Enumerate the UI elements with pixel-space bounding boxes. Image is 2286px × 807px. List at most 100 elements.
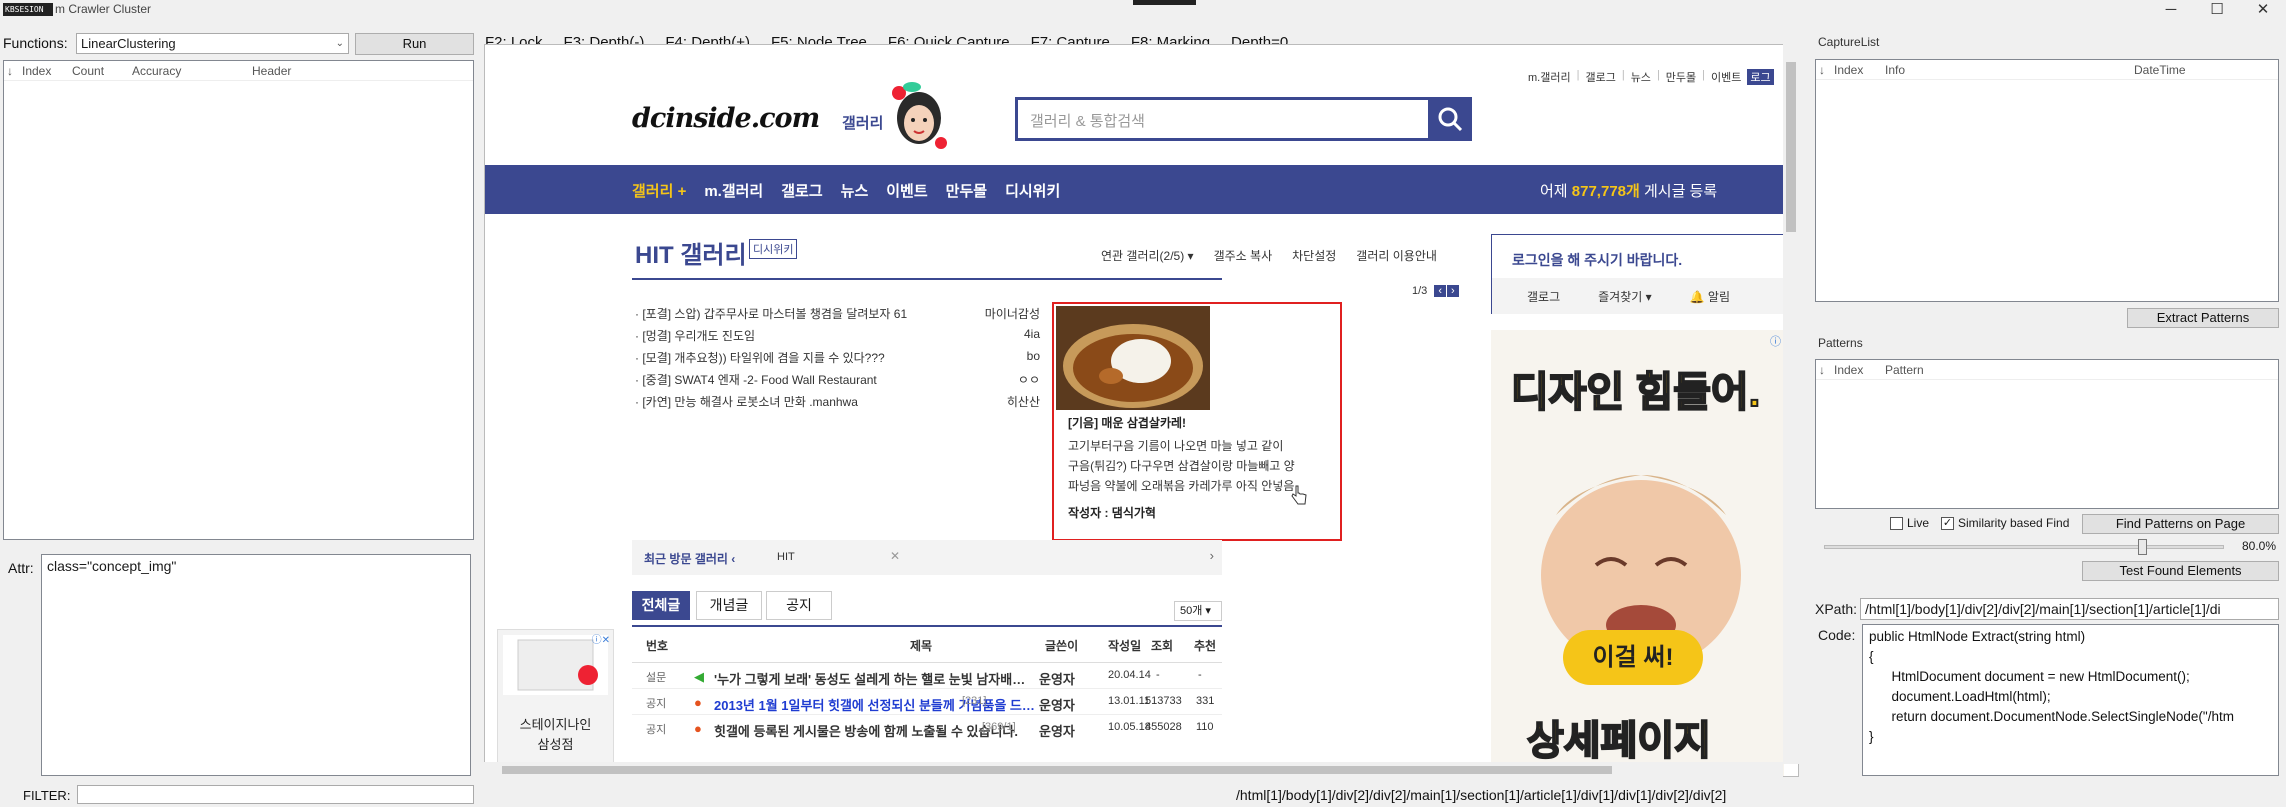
concept-image[interactable]: [1056, 306, 1210, 410]
search-button[interactable]: [1428, 97, 1472, 141]
row-number: 공지: [646, 724, 667, 736]
top-link-news[interactable]: 뉴스: [1631, 69, 1651, 85]
block-settings-link[interactable]: 차단설정: [1292, 247, 1336, 264]
close-button[interactable]: ✕: [2240, 0, 2286, 22]
recent-item[interactable]: HIT: [777, 551, 795, 563]
row-title[interactable]: 2013년 1월 1일부터 힛갤에 선정되신 분들께 기념품을 드…: [714, 695, 1035, 714]
hit-author: 히산산: [1006, 395, 1040, 409]
ad-info-icon[interactable]: ⓘ: [1770, 333, 1781, 349]
next-arrow-icon[interactable]: ›: [1210, 548, 1214, 563]
nav-wiki[interactable]: 디시위키: [1005, 180, 1060, 201]
gallery-menu: 연관 갤러리(2/5) ▾ 갤주소 복사 차단설정 갤러리 이용안내: [1101, 247, 1437, 264]
hit-title[interactable]: · [멍결] 우리개도 진도임: [635, 329, 755, 343]
list-item[interactable]: · [포결] 스압) 갑주무사로 마스터볼 챙겸을 달려보자 61 마이너감성: [635, 305, 1040, 327]
hit-title[interactable]: · [포결] 스압) 갑주무사로 마스터볼 챙겸을 달려보자 61: [635, 307, 907, 321]
row-title[interactable]: '누가 그렇게 보래' 동성도 설레게 하는 핼로 눈빛 남자배…: [714, 669, 1025, 688]
nav-news[interactable]: 뉴스: [841, 180, 869, 201]
patterns-list[interactable]: ↓ Index Pattern: [1815, 359, 2279, 509]
nav-mall[interactable]: 만두몰: [946, 180, 987, 201]
right-ad[interactable]: 디자인 힘들어. 이걸 써! 상세페이지 ⓘ: [1491, 330, 1784, 776]
col-pattern[interactable]: Pattern: [1885, 363, 1924, 377]
col-datetime[interactable]: DateTime: [2134, 63, 2186, 77]
table-row[interactable]: 공지 ● 힛갤에 등록된 게시물은 방송에 함께 노출될 수 있습니다. [36…: [632, 714, 1222, 740]
nav-event[interactable]: 이벤트: [886, 180, 927, 201]
col-header[interactable]: Header: [252, 64, 291, 78]
top-link-gallog[interactable]: 갤로그: [1585, 69, 1615, 85]
find-patterns-button[interactable]: Find Patterns on Page: [2082, 514, 2279, 534]
browser-vertical-scrollbar[interactable]: [1783, 44, 1799, 764]
hit-title[interactable]: · [중결] SWAT4 엔재 -2- Food Wall Restaurant: [635, 373, 877, 387]
featured-post[interactable]: [기음] 매운 삼겹살카레! 고기부터구음 기름이 나오면 마늘 넣고 같이 구…: [1052, 302, 1342, 541]
functions-select[interactable]: LinearClustering ⌄: [76, 33, 349, 54]
list-item[interactable]: · [모결] 개추요청)) 타일위에 겸을 지를 수 있다??? bo: [635, 349, 1040, 371]
login-prompt[interactable]: 로그인을 해 주시기 바랍니다.: [1512, 250, 1682, 270]
top-link-mgallery[interactable]: m.갤러리: [1528, 69, 1571, 85]
col-index[interactable]: Index: [1834, 63, 1863, 77]
nav-gallery[interactable]: 갤러리 +: [632, 180, 686, 201]
featured-title[interactable]: [기음] 매운 삼겹살카레!: [1068, 414, 1186, 431]
next-arrow-icon[interactable]: ›: [1447, 285, 1459, 297]
similarity-checkbox[interactable]: ✓ Similarity based Find: [1941, 516, 2069, 530]
tab-concept-posts[interactable]: 개념글: [696, 591, 762, 620]
nav-mgallery[interactable]: m.갤러리: [704, 180, 763, 201]
test-found-elements-button[interactable]: Test Found Elements: [2082, 561, 2279, 581]
similarity-label: Similarity based Find: [1958, 516, 2070, 530]
site-logo[interactable]: dcinside.com: [632, 103, 820, 134]
top-link-mall[interactable]: 만두몰: [1666, 69, 1696, 85]
copy-address-link[interactable]: 갤주소 복사: [1214, 247, 1273, 264]
favorites-link[interactable]: 즐겨찾기 ▾: [1598, 288, 1652, 314]
wiki-badge[interactable]: 디시위키: [749, 239, 798, 259]
capture-list[interactable]: ↓ Index Info DateTime: [1815, 59, 2279, 302]
extract-patterns-button[interactable]: Extract Patterns: [2127, 308, 2279, 328]
check-icon[interactable]: ✓: [1941, 516, 1954, 530]
hit-title[interactable]: · [모결] 개추요청)) 타일위에 겸을 지를 수 있다???: [635, 351, 885, 365]
browser-horizontal-scrollbar[interactable]: [484, 762, 1783, 777]
list-item[interactable]: · [카연] 만능 해결사 로봇소녀 만화 .manhwa 히산산: [635, 393, 1040, 415]
attr-textbox[interactable]: class="concept_img": [41, 554, 471, 776]
list-item[interactable]: · [멍결] 우리개도 진도임 4ia: [635, 327, 1040, 349]
window-controls: ─ ☐ ✕: [2148, 0, 2286, 22]
minimize-button[interactable]: ─: [2148, 0, 2194, 22]
search-input[interactable]: 갤러리 & 통합검색: [1030, 110, 1145, 131]
col-info[interactable]: Info: [1885, 63, 1905, 77]
related-gallery-link[interactable]: 연관 갤러리(2/5) ▾: [1101, 247, 1194, 264]
login-gallog-link[interactable]: 갤로그: [1527, 288, 1560, 314]
hit-title[interactable]: · [카연] 만능 해결사 로봇소녀 만화 .manhwa: [635, 395, 858, 409]
drag-grip[interactable]: [1133, 0, 1196, 5]
tab-all-posts[interactable]: 전체글: [632, 591, 690, 620]
xpath-input[interactable]: /html[1]/body[1]/div[2]/div[2]/main[1]/s…: [1860, 598, 2279, 620]
filter-input[interactable]: [77, 785, 474, 804]
list-item[interactable]: · [중결] SWAT4 엔재 -2- Food Wall Restaurant…: [635, 371, 1040, 393]
table-row[interactable]: 설문 ◀ '누가 그렇게 보래' 동성도 설레게 하는 핼로 눈빛 남자배… 운…: [632, 662, 1222, 688]
left-ad[interactable]: ⓘ✕ 스테이지나인 삼성점: [497, 629, 614, 764]
top-link-event[interactable]: 이벤트: [1711, 69, 1741, 85]
col-accuracy[interactable]: Accuracy: [132, 64, 181, 78]
slider-thumb[interactable]: [2138, 539, 2148, 555]
ad-info-icon[interactable]: ⓘ✕: [592, 631, 610, 646]
scroll-thumb[interactable]: [502, 766, 1612, 774]
per-page-select[interactable]: 50개 ▾: [1174, 601, 1222, 621]
scroll-thumb[interactable]: [1786, 62, 1796, 232]
cluster-list[interactable]: ↓ Index Count Accuracy Header: [3, 60, 474, 540]
tab-notice[interactable]: 공지: [766, 591, 832, 620]
col-index[interactable]: Index: [1834, 363, 1863, 377]
row-comment-count: [231]: [962, 695, 987, 707]
search-box[interactable]: 갤러리 & 통합검색: [1015, 97, 1472, 141]
live-checkbox[interactable]: Live: [1890, 516, 1929, 530]
browser-view[interactable]: m.갤러리 | 갤로그 | 뉴스 | 만두몰 | 이벤트 로그 dcinside.com…: [484, 44, 1799, 777]
similarity-slider[interactable]: [1824, 539, 2224, 555]
col-index[interactable]: Index: [22, 64, 51, 78]
code-editor[interactable]: public HtmlNode Extract(string html) { H…: [1862, 624, 2279, 776]
nav-gallog[interactable]: 갤로그: [781, 180, 822, 201]
prev-arrow-icon[interactable]: ‹: [1434, 285, 1447, 297]
top-link-login[interactable]: 로그: [1747, 69, 1774, 85]
alarm-link[interactable]: 🔔 알림: [1690, 288, 1730, 314]
gallery-guide-link[interactable]: 갤러리 이용안내: [1356, 247, 1437, 264]
checkbox-box[interactable]: [1890, 516, 1903, 530]
col-count[interactable]: Count: [72, 64, 104, 78]
row-title[interactable]: 힛갤에 등록된 게시물은 방송에 함께 노출될 수 있습니다.: [714, 721, 1018, 740]
table-row[interactable]: 공지 ● 2013년 1월 1일부터 힛갤에 선정되신 분들께 기념품을 드… …: [632, 688, 1222, 714]
maximize-button[interactable]: ☐: [2194, 0, 2240, 22]
close-icon[interactable]: ✕: [890, 549, 900, 563]
run-button[interactable]: Run: [355, 33, 474, 55]
